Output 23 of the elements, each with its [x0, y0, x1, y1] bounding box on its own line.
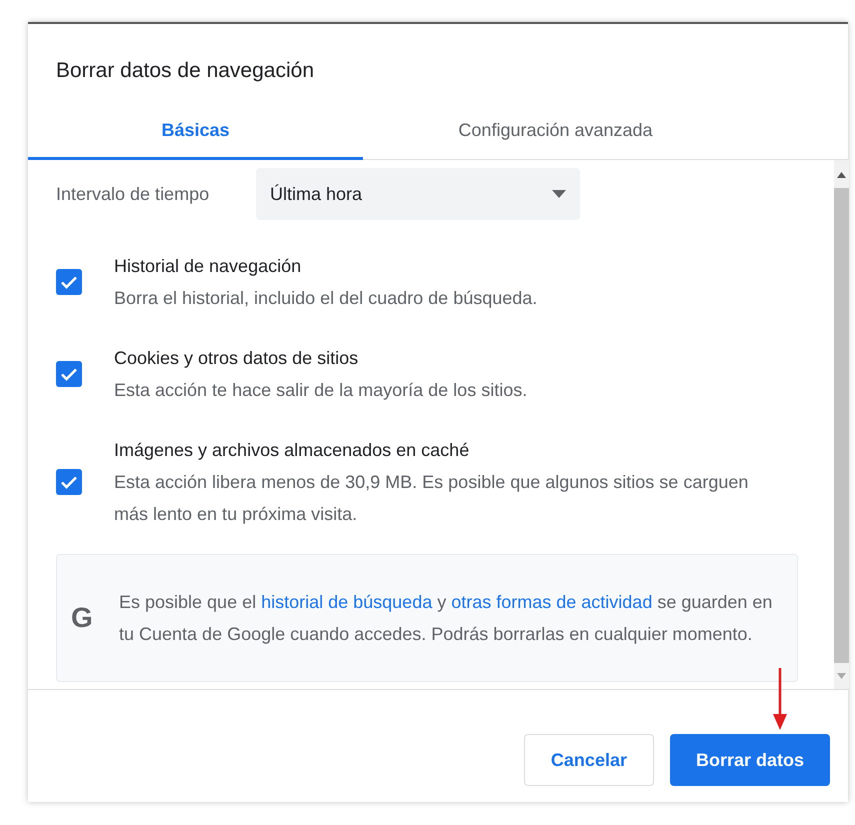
checkbox[interactable] — [56, 269, 82, 295]
scroll-up-icon[interactable] — [837, 172, 846, 178]
checkbox[interactable] — [56, 469, 82, 495]
info-text: Es posible que el historial de búsqueda y otras formas de actividad se guarden en tu Cuenta de Google cuando accedes. Podrás borrarlas en cualquier momento. — [119, 591, 774, 646]
annotation-arrow — [772, 668, 788, 730]
tab[interactable]: Básicas — [28, 104, 363, 160]
option-description: Esta acción te hace salir de la mayoría de los sitios. — [114, 379, 528, 402]
time-range-label: Intervalo de tiempo — [56, 182, 210, 206]
checkbox[interactable] — [56, 361, 82, 387]
cancel-button[interactable]: Cancelar — [524, 734, 654, 786]
option-title: Historial de navegación — [114, 255, 302, 278]
option-description: Borra el historial, incluido el del cuadro de búsqueda. — [114, 287, 538, 310]
dialog-title: Borrar datos de navegación — [55, 58, 315, 84]
link[interactable]: otras formas de actividad — [451, 592, 652, 612]
option-description: Esta acción libera menos de 30,9 MB. Es posible que algunos sitios se carguen más lento en tu próxima visita. — [114, 471, 750, 526]
time-range-dropdown[interactable]: Última hora — [256, 168, 580, 220]
google-logo: G — [71, 601, 94, 635]
dropdown-arrow-icon — [552, 190, 566, 198]
tab[interactable]: Configuración avanzada — [363, 104, 748, 160]
clear-data-button[interactable]: Borrar datos — [670, 734, 830, 786]
option-title: Cookies y otros datos de sitios — [114, 347, 360, 370]
option-title: Imágenes y archivos almacenados en caché — [114, 439, 470, 462]
link[interactable]: historial de búsqueda — [261, 592, 432, 612]
